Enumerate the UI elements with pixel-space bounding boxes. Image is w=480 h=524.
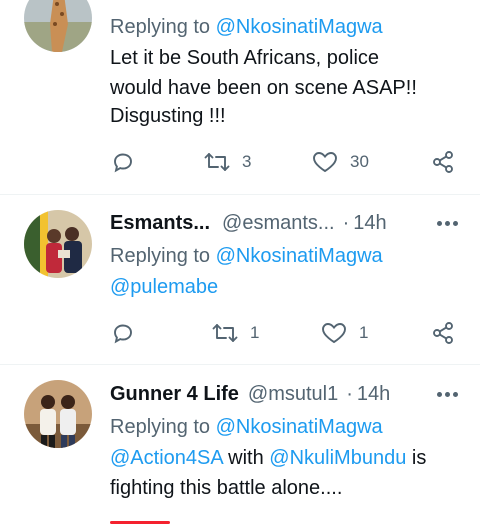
- retweet-icon: [212, 324, 238, 342]
- replying-to: Replying to @NkosinatiMagwa: [110, 416, 383, 438]
- retweet-button[interactable]: 1: [212, 321, 259, 345]
- more-icon[interactable]: [434, 380, 460, 408]
- retweet-button[interactable]: 3: [204, 150, 251, 174]
- tweet-text-line: Disgusting !!!: [110, 105, 226, 127]
- share-button[interactable]: [431, 321, 455, 345]
- like-button[interactable]: 30: [312, 150, 369, 174]
- tweet-3[interactable]: Gunner 4 Life @msutul1 · 14h Replying to…: [0, 365, 480, 524]
- like-icon: [313, 152, 337, 173]
- like-count: 1: [359, 323, 369, 342]
- user-handle[interactable]: @esmants...: [222, 212, 335, 235]
- mention-link[interactable]: @NkuliMbundu: [269, 447, 406, 469]
- reply-icon: [114, 153, 132, 173]
- mention-link[interactable]: @NkosinatiMagwa: [216, 416, 383, 438]
- like-icon: [322, 323, 346, 344]
- separator-dot: ·: [346, 382, 353, 405]
- tweet-text-line: Let it be South Africans, police: [110, 47, 380, 69]
- like-count: 30: [350, 152, 369, 171]
- tweet-2[interactable]: Esmants... @esmants... · 14h Replying to…: [0, 195, 480, 364]
- replying-to-extra: @pulemabe: [110, 272, 218, 302]
- tweet-header: Esmants... @esmants... · 14h: [110, 209, 460, 237]
- separator-dot: ·: [342, 211, 350, 234]
- mention-link[interactable]: @pulemabe: [110, 276, 218, 298]
- tweet-header: Gunner 4 Life @msutul1 · 14h: [110, 380, 460, 408]
- avatar[interactable]: [24, 210, 92, 278]
- tweet-text-line: fighting this battle alone....: [110, 477, 343, 499]
- share-button[interactable]: [431, 150, 455, 174]
- timestamp[interactable]: 14h: [357, 383, 390, 406]
- retweet-count: 3: [242, 152, 252, 171]
- retweet-count: 1: [250, 323, 260, 342]
- reply-button[interactable]: [111, 321, 135, 345]
- display-name[interactable]: Gunner 4 Life: [110, 383, 239, 406]
- tweet-1[interactable]: Replying to @NkosinatiMagwa Let it be So…: [0, 0, 480, 194]
- like-button[interactable]: 1: [321, 321, 368, 345]
- share-icon: [433, 322, 453, 344]
- mention-link[interactable]: @Action4SA: [110, 447, 223, 469]
- more-icon[interactable]: [434, 209, 460, 237]
- avatar[interactable]: [24, 380, 92, 448]
- mention-link[interactable]: @NkosinatiMagwa: [216, 245, 383, 267]
- replying-to: Replying to @NkosinatiMagwa: [110, 16, 383, 38]
- user-handle[interactable]: @msutul1: [248, 383, 338, 406]
- share-icon: [433, 151, 453, 173]
- reply-button[interactable]: [111, 150, 135, 174]
- avatar[interactable]: [24, 0, 92, 52]
- display-name[interactable]: Esmants...: [110, 212, 210, 235]
- retweet-icon: [204, 153, 230, 171]
- tweet-text-line: @Action4SA with @NkuliMbundu is: [110, 447, 427, 469]
- timestamp[interactable]: 14h: [353, 212, 386, 235]
- tweet-text-line: would have been on scene ASAP!!: [110, 77, 417, 99]
- bottom-indicator: [0, 520, 480, 524]
- replying-to: Replying to @NkosinatiMagwa: [110, 245, 383, 267]
- reply-icon: [114, 324, 132, 344]
- mention-link[interactable]: @NkosinatiMagwa: [216, 16, 383, 38]
